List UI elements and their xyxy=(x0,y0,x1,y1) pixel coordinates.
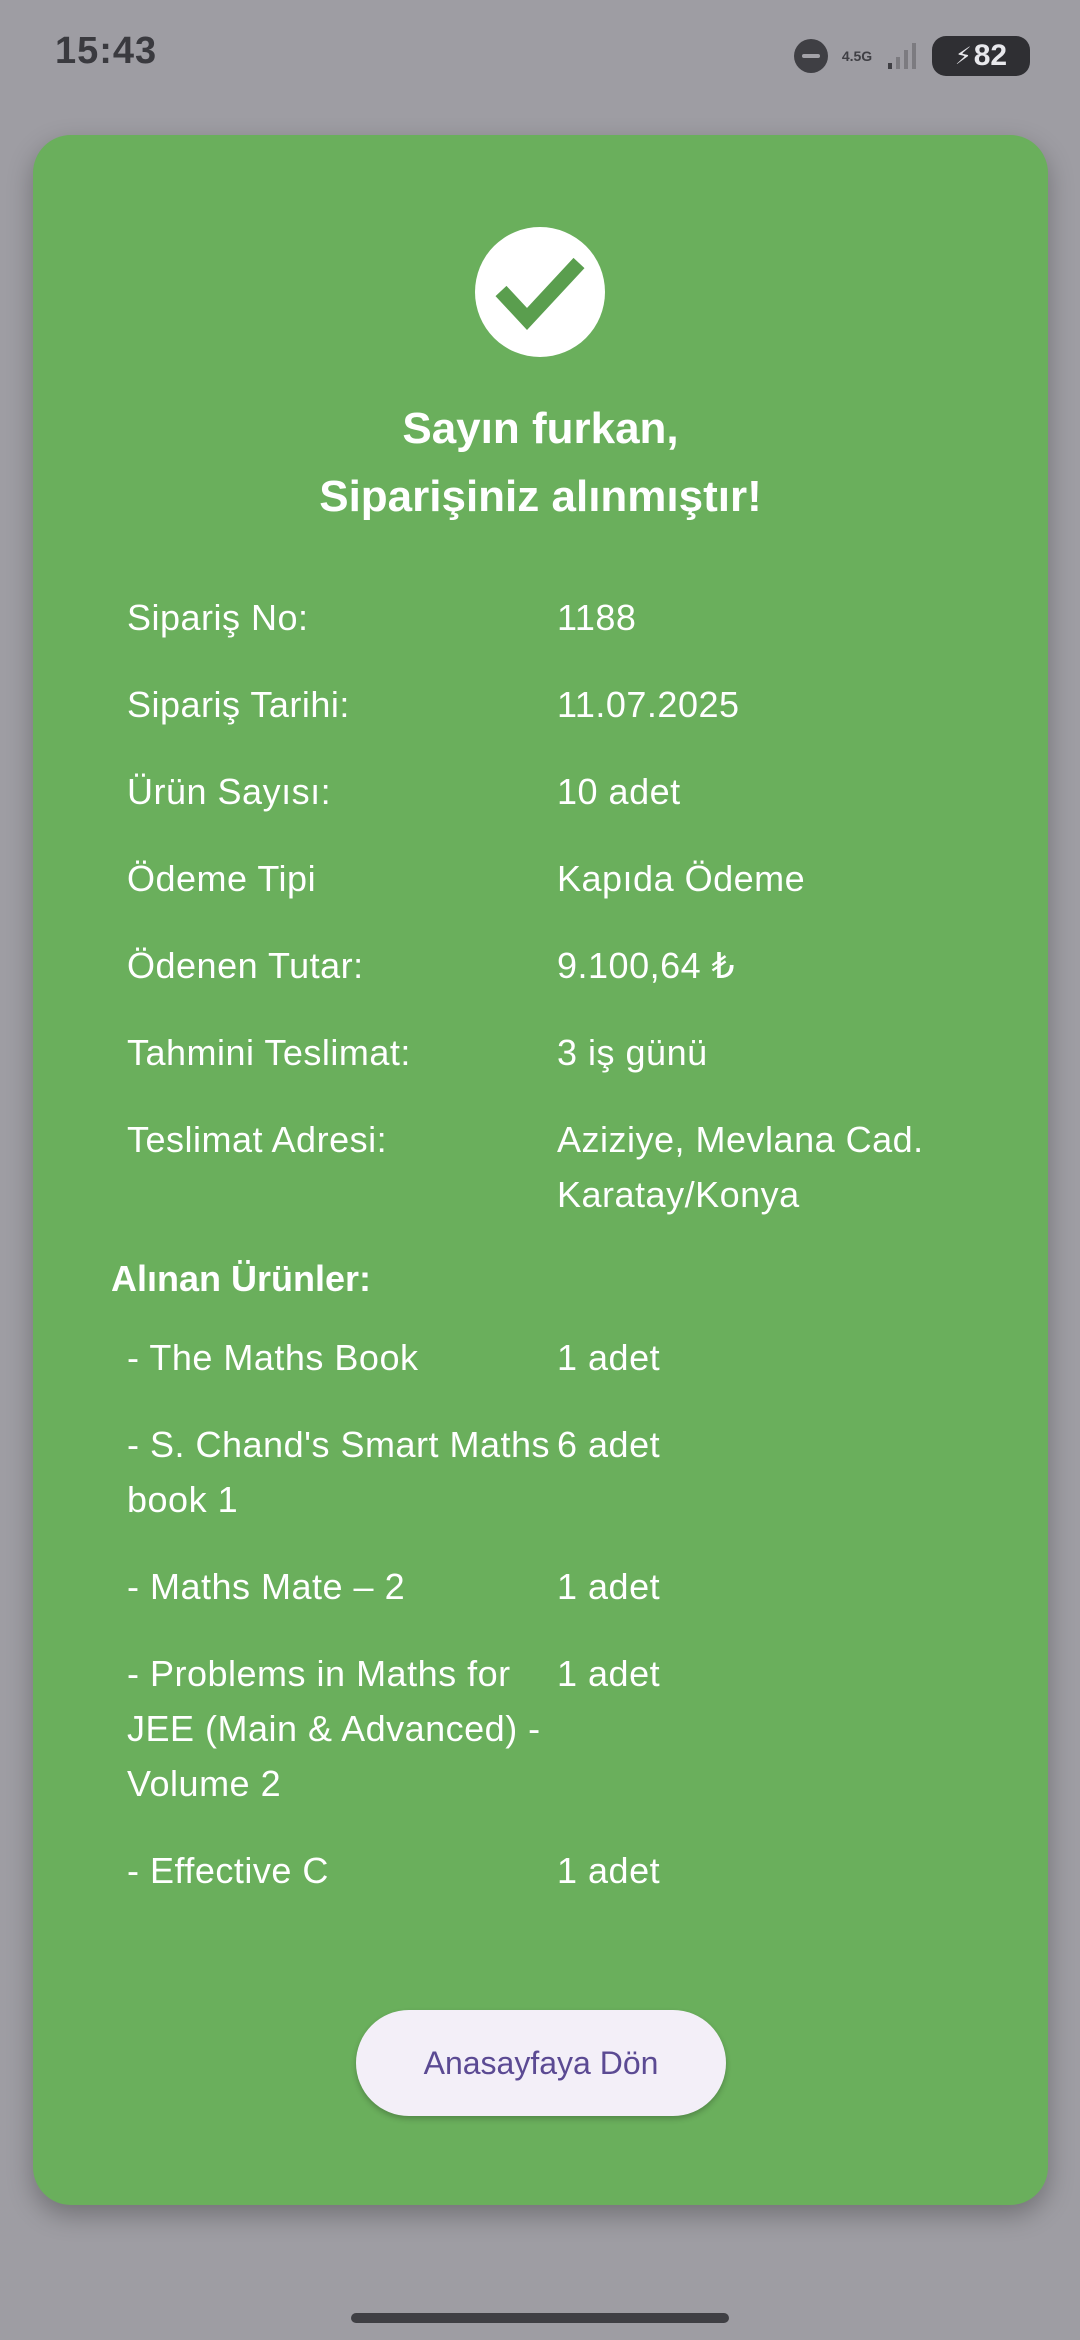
list-item: - Problems in Maths for JEE (Main & Adva… xyxy=(127,1646,1007,1811)
product-list: - The Maths Book 1 adet - S. Chand's Sma… xyxy=(127,1330,1007,1898)
list-item: - S. Chand's Smart Maths book 1 6 adet xyxy=(127,1417,1007,1527)
back-to-home-button[interactable]: Anasayfaya Dön xyxy=(356,2010,726,2116)
battery-level: 82 xyxy=(973,39,1008,72)
detail-label: Teslimat Adresi: xyxy=(127,1119,388,1160)
detail-value: 3 iş günü xyxy=(557,1032,708,1073)
product-name: - The Maths Book xyxy=(127,1337,419,1378)
order-info: Sipariş No: 1188 Sipariş Tarihi: 11.07.2… xyxy=(111,590,1007,1930)
detail-label: Sipariş Tarihi: xyxy=(127,684,350,725)
detail-row-amount-paid: Ödenen Tutar: 9.100,64 ₺ xyxy=(127,938,1007,993)
order-confirmation-card: Sayın furkan, Siparişiniz alınmıştır! Si… xyxy=(33,135,1048,2205)
products-heading: Alınan Ürünler: xyxy=(111,1258,372,1299)
status-time: 15:43 xyxy=(55,30,158,72)
detail-row-order-no: Sipariş No: 1188 xyxy=(127,590,1007,645)
product-name: - S. Chand's Smart Maths book 1 xyxy=(127,1424,551,1520)
detail-label: Ürün Sayısı: xyxy=(127,771,332,812)
product-quantity: 1 adet xyxy=(557,1653,661,1694)
detail-label: Ödeme Tipi xyxy=(127,858,317,899)
signal-icon xyxy=(888,43,916,69)
battery-icon: ⚡ 82 xyxy=(932,36,1030,76)
order-details: Sipariş No: 1188 Sipariş Tarihi: 11.07.2… xyxy=(127,590,1007,1222)
detail-row-estimated-delivery: Tahmini Teslimat: 3 iş günü xyxy=(127,1025,1007,1080)
list-item: - Maths Mate – 2 1 adet xyxy=(127,1559,1007,1614)
detail-value: Aziziye, Mevlana Cad. Karatay/Konya xyxy=(557,1119,924,1215)
product-name: - Effective C xyxy=(127,1850,329,1891)
product-quantity: 1 adet xyxy=(557,1566,661,1607)
network-type-label: 4.5G xyxy=(841,47,873,64)
confirmation-text: Siparişiniz alınmıştır! xyxy=(319,472,762,521)
do-not-disturb-icon xyxy=(794,39,828,73)
detail-value: 1188 xyxy=(557,597,637,638)
success-badge xyxy=(475,227,605,357)
list-item: - Effective C 1 adet xyxy=(127,1843,1007,1898)
detail-row-delivery-address: Teslimat Adresi: Aziziye, Mevlana Cad. K… xyxy=(127,1112,1007,1222)
status-bar: 15:43 4.5G ⚡ 82 xyxy=(0,0,1080,110)
product-quantity: 1 adet xyxy=(557,1850,661,1891)
detail-label: Tahmini Teslimat: xyxy=(127,1032,411,1073)
detail-row-order-date: Sipariş Tarihi: 11.07.2025 xyxy=(127,677,1007,732)
confirmation-heading: Sayın furkan, Siparişiniz alınmıştır! xyxy=(33,395,1048,531)
detail-value: 9.100,64 ₺ xyxy=(557,945,736,986)
detail-value: Kapıda Ödeme xyxy=(557,858,806,899)
detail-label: Ödenen Tutar: xyxy=(127,945,364,986)
product-quantity: 1 adet xyxy=(557,1337,661,1378)
product-name: - Problems in Maths for JEE (Main & Adva… xyxy=(127,1653,541,1804)
list-item: - The Maths Book 1 adet xyxy=(127,1330,1007,1385)
detail-row-item-count: Ürün Sayısı: 10 adet xyxy=(127,764,1007,819)
detail-label: Sipariş No: xyxy=(127,597,309,638)
detail-value: 10 adet xyxy=(557,771,681,812)
detail-value: 11.07.2025 xyxy=(557,684,740,725)
product-name: - Maths Mate – 2 xyxy=(127,1566,406,1607)
home-indicator[interactable] xyxy=(351,2313,729,2323)
status-icons: 4.5G ⚡ 82 xyxy=(794,34,1030,78)
charging-bolt-icon: ⚡ xyxy=(954,42,972,70)
checkmark-icon xyxy=(495,257,585,331)
product-quantity: 6 adet xyxy=(557,1424,661,1465)
greeting-text: Sayın furkan, xyxy=(402,404,679,453)
detail-row-payment-type: Ödeme Tipi Kapıda Ödeme xyxy=(127,851,1007,906)
